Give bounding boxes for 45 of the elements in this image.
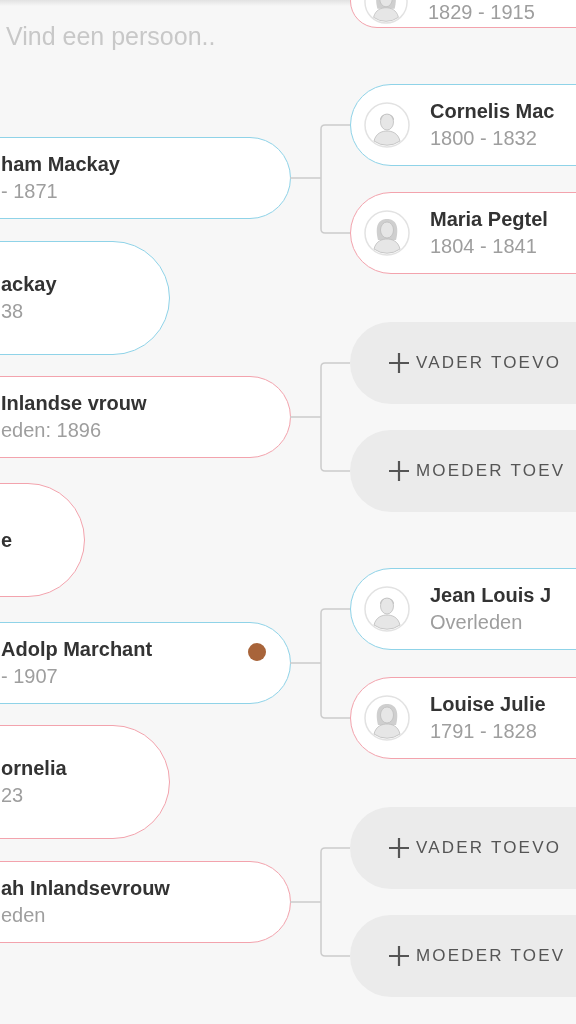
person-card[interactable]: Jean Louis J Overleden	[350, 568, 576, 650]
add-parent-button[interactable]: VADER TOEVO	[350, 807, 576, 889]
person-card[interactable]: ackay 38	[0, 241, 170, 355]
life-dates: eden: 1896	[1, 419, 103, 442]
person-card[interactable]: ah Inlandsevrouw eden	[0, 861, 291, 943]
life-dates: - 1871	[1, 180, 59, 203]
add-parent-button[interactable]: MOEDER TOEV	[350, 430, 576, 512]
person-card[interactable]: ornelia 23	[0, 725, 170, 839]
life-dates: 1791 - 1828	[430, 720, 538, 743]
person-card[interactable]: Cornelis Mac 1800 - 1832	[350, 84, 576, 166]
plus-icon	[388, 837, 410, 859]
person-name: ah Inlandsevrouw	[1, 877, 170, 900]
avatar-icon	[364, 695, 410, 741]
add-parent-button[interactable]: VADER TOEVO	[350, 322, 576, 404]
person-card[interactable]: Inlandse vrouw eden: 1896	[0, 376, 291, 458]
person-name: Maria Pegtel	[430, 208, 548, 231]
avatar-icon	[364, 210, 410, 256]
plus-icon	[388, 460, 410, 482]
avatar-icon	[364, 586, 410, 632]
life-dates: 23	[1, 784, 25, 807]
person-name: ackay	[1, 273, 57, 296]
person-name: Jean Louis J	[430, 584, 552, 607]
life-dates: 1829 - 1915	[428, 1, 535, 24]
person-card[interactable]: e	[0, 483, 85, 597]
life-dates: 1804 - 1841	[430, 235, 538, 258]
life-dates: - 1907	[1, 665, 59, 688]
plus-icon	[388, 352, 410, 374]
person-card[interactable]: ham Mackay - 1871	[0, 137, 291, 219]
person-card[interactable]: Maria Pegtel 1804 - 1841	[350, 192, 576, 274]
person-name: Inlandse vrouw	[1, 392, 147, 415]
person-name: e	[1, 528, 13, 552]
life-dates: Overleden	[430, 611, 524, 634]
person-name: Adolp Marchant	[1, 638, 153, 661]
life-dates: 38	[1, 300, 25, 323]
person-name: ham Mackay	[1, 153, 120, 176]
person-name: Louise Julie	[430, 693, 546, 716]
person-name: Cornelis Mac	[430, 100, 555, 123]
life-dates: 1800 - 1832	[430, 127, 538, 150]
life-dates: eden	[1, 904, 47, 927]
person-name: ornelia	[1, 757, 67, 780]
add-parent-button[interactable]: MOEDER TOEV	[350, 915, 576, 997]
person-card[interactable]: Adolp Marchant - 1907	[0, 622, 291, 704]
plus-icon	[388, 945, 410, 967]
person-card[interactable]: Louise Julie 1791 - 1828	[350, 677, 576, 759]
avatar-icon	[364, 102, 410, 148]
